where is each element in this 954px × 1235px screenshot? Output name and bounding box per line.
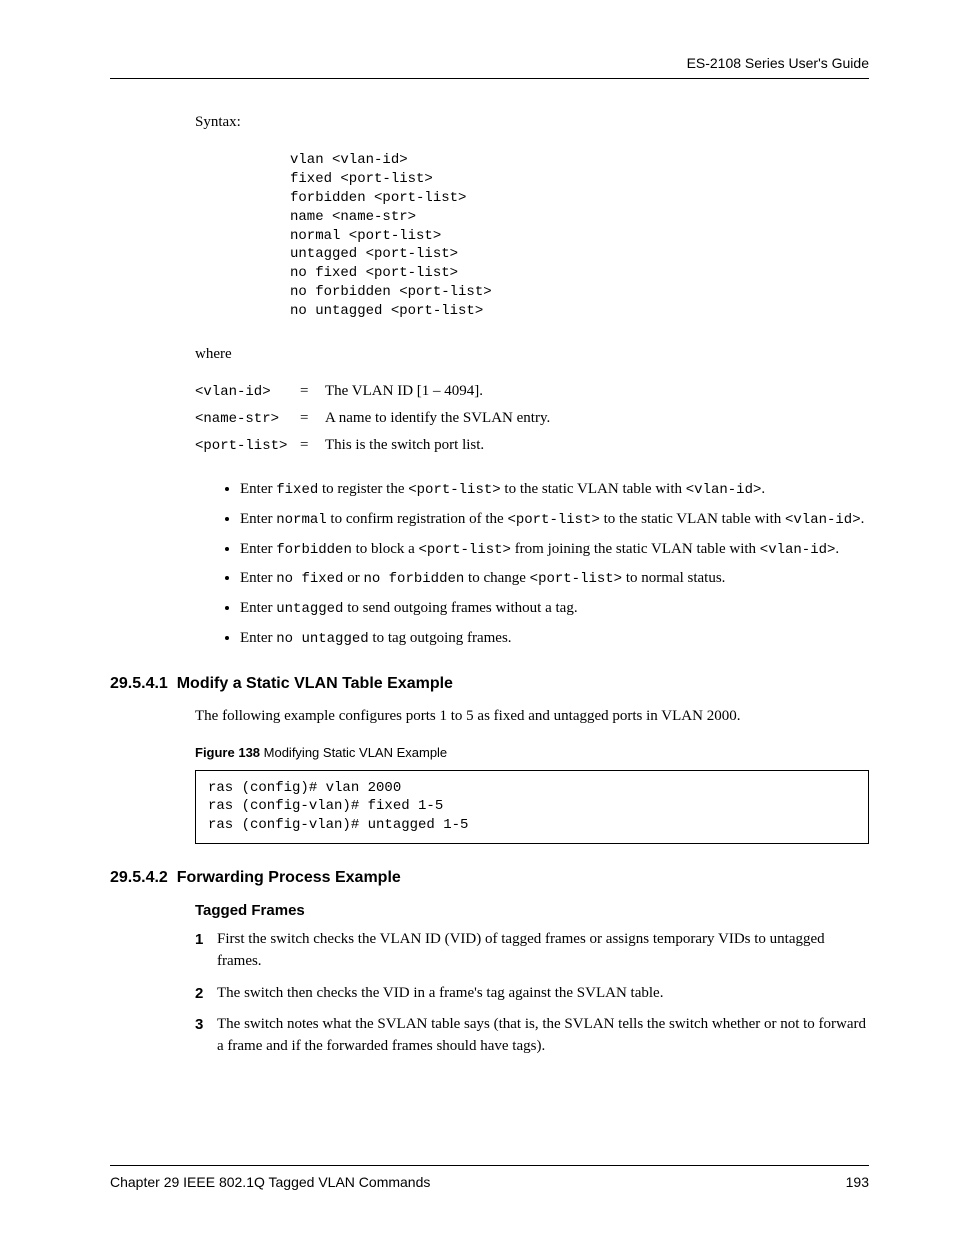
section-intro: The following example configures ports 1…	[195, 708, 869, 725]
def-term: <port-list>	[195, 438, 300, 454]
list-item: First the switch checks the VLAN ID (VID…	[195, 929, 869, 973]
section-number: 29.5.4.1	[110, 675, 168, 692]
section-title: Forwarding Process Example	[177, 869, 401, 886]
section-body: Tagged Frames First the switch checks th…	[195, 902, 869, 1058]
list-item: The switch then checks the VID in a fram…	[195, 983, 869, 1005]
body-content: Syntax: vlan <vlan-id> fixed <port-list>…	[195, 114, 869, 650]
figure-caption: Figure 138 Modifying Static VLAN Example	[195, 745, 869, 760]
footer-rule	[110, 1165, 869, 1166]
list-item: Enter fixed to register the <port-list> …	[240, 479, 869, 501]
def-row: <vlan-id> = The VLAN ID [1 – 4094].	[195, 383, 869, 400]
code-box: ras (config)# vlan 2000 ras (config-vlan…	[195, 770, 869, 845]
header-guide: ES-2108 Series User's Guide	[110, 55, 869, 71]
footer-page-number: 193	[846, 1174, 869, 1190]
section-title: Modify a Static VLAN Table Example	[177, 675, 453, 692]
document-page: ES-2108 Series User's Guide Syntax: vlan…	[0, 0, 954, 1235]
syntax-block: vlan <vlan-id> fixed <port-list> forbidd…	[290, 151, 869, 321]
header-rule	[110, 78, 869, 79]
list-item: The switch notes what the SVLAN table sa…	[195, 1014, 869, 1058]
list-item: Enter no fixed or no forbidden to change…	[240, 568, 869, 590]
where-label: where	[195, 346, 869, 363]
definition-table: <vlan-id> = The VLAN ID [1 – 4094]. <nam…	[195, 383, 869, 454]
section-body: The following example configures ports 1…	[195, 708, 869, 845]
def-eq: =	[300, 410, 325, 427]
def-row: <name-str> = A name to identify the SVLA…	[195, 410, 869, 427]
list-item: Enter forbidden to block a <port-list> f…	[240, 539, 869, 561]
def-term: <name-str>	[195, 411, 300, 427]
def-desc: The VLAN ID [1 – 4094].	[325, 383, 483, 400]
numbered-list: First the switch checks the VLAN ID (VID…	[195, 929, 869, 1058]
def-desc: A name to identify the SVLAN entry.	[325, 410, 550, 427]
figure-label: Figure 138	[195, 745, 260, 760]
section-number: 29.5.4.2	[110, 869, 168, 886]
section-heading: 29.5.4.2 Forwarding Process Example	[110, 869, 869, 887]
list-item: Enter no untagged to tag outgoing frames…	[240, 628, 869, 650]
figure-title: Modifying Static VLAN Example	[260, 745, 447, 760]
page-footer: Chapter 29 IEEE 802.1Q Tagged VLAN Comma…	[110, 1165, 869, 1190]
def-row: <port-list> = This is the switch port li…	[195, 437, 869, 454]
bullet-list: Enter fixed to register the <port-list> …	[195, 479, 869, 650]
list-item: Enter normal to confirm registration of …	[240, 509, 869, 531]
def-term: <vlan-id>	[195, 384, 300, 400]
list-item: Enter untagged to send outgoing frames w…	[240, 598, 869, 620]
subheading: Tagged Frames	[195, 902, 869, 919]
def-eq: =	[300, 437, 325, 454]
syntax-label: Syntax:	[195, 114, 869, 131]
def-eq: =	[300, 383, 325, 400]
footer-chapter: Chapter 29 IEEE 802.1Q Tagged VLAN Comma…	[110, 1174, 430, 1190]
def-desc: This is the switch port list.	[325, 437, 484, 454]
section-heading: 29.5.4.1 Modify a Static VLAN Table Exam…	[110, 675, 869, 693]
